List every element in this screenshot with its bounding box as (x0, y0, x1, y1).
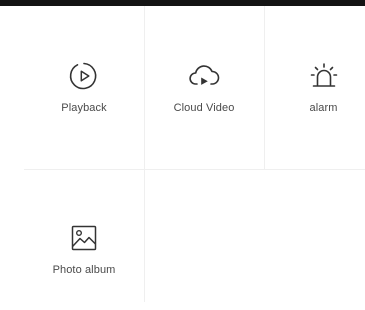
alarm-button[interactable]: alarm (264, 6, 365, 169)
cloud-video-button[interactable]: Cloud Video (144, 6, 264, 169)
photo-album-label: Photo album (52, 264, 116, 276)
playback-button[interactable]: Playback (24, 6, 144, 169)
cloud-video-icon (186, 58, 222, 94)
photo-album-button[interactable]: Photo album (24, 170, 144, 302)
alarm-icon (306, 58, 342, 94)
cloud-video-label: Cloud Video (173, 102, 235, 114)
alarm-label: alarm (309, 102, 338, 114)
playback-icon (66, 58, 102, 94)
photo-album-icon (66, 220, 102, 256)
feature-grid: Playback Cloud Video alarm Photo album (24, 6, 365, 302)
playback-label: Playback (61, 102, 107, 114)
divider (144, 169, 145, 302)
